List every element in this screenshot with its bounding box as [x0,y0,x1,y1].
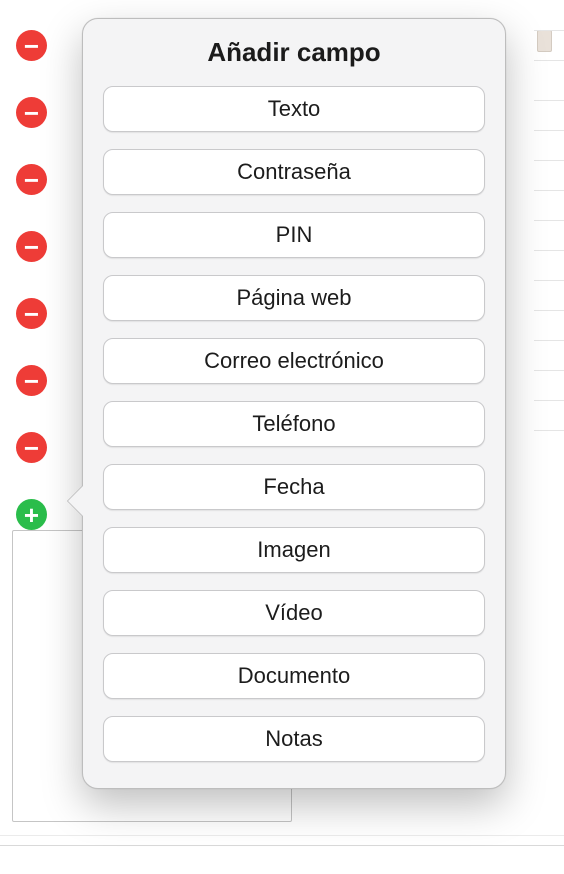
bottom-divider [0,845,564,846]
field-type-texto[interactable]: Texto [103,86,485,132]
field-type-pagina-web[interactable]: Página web [103,275,485,321]
add-icon[interactable]: + [16,499,47,530]
field-type-fecha[interactable]: Fecha [103,464,485,510]
field-type-correo[interactable]: Correo electrónico [103,338,485,384]
bottom-divider [0,835,564,836]
field-type-list: Texto Contraseña PIN Página web Correo e… [103,86,485,762]
field-type-pin[interactable]: PIN [103,212,485,258]
remove-icon[interactable]: − [16,432,47,463]
field-type-contrasena[interactable]: Contraseña [103,149,485,195]
remove-icon[interactable]: − [16,231,47,262]
field-type-telefono[interactable]: Teléfono [103,401,485,447]
popover-title: Añadir campo [103,37,485,68]
background-list-rows [534,0,564,874]
field-type-imagen[interactable]: Imagen [103,527,485,573]
remove-icon[interactable]: − [16,298,47,329]
field-type-notas[interactable]: Notas [103,716,485,762]
remove-icon[interactable]: − [16,30,47,61]
add-field-popover: Añadir campo Texto Contraseña PIN Página… [82,18,506,789]
remove-icon[interactable]: − [16,365,47,396]
remove-icon[interactable]: − [16,164,47,195]
popover-arrow [68,486,83,516]
left-icon-column: − − − − − − − + [16,30,47,530]
remove-icon[interactable]: − [16,97,47,128]
field-type-documento[interactable]: Documento [103,653,485,699]
field-type-video[interactable]: Vídeo [103,590,485,636]
background-list-item [537,30,552,52]
